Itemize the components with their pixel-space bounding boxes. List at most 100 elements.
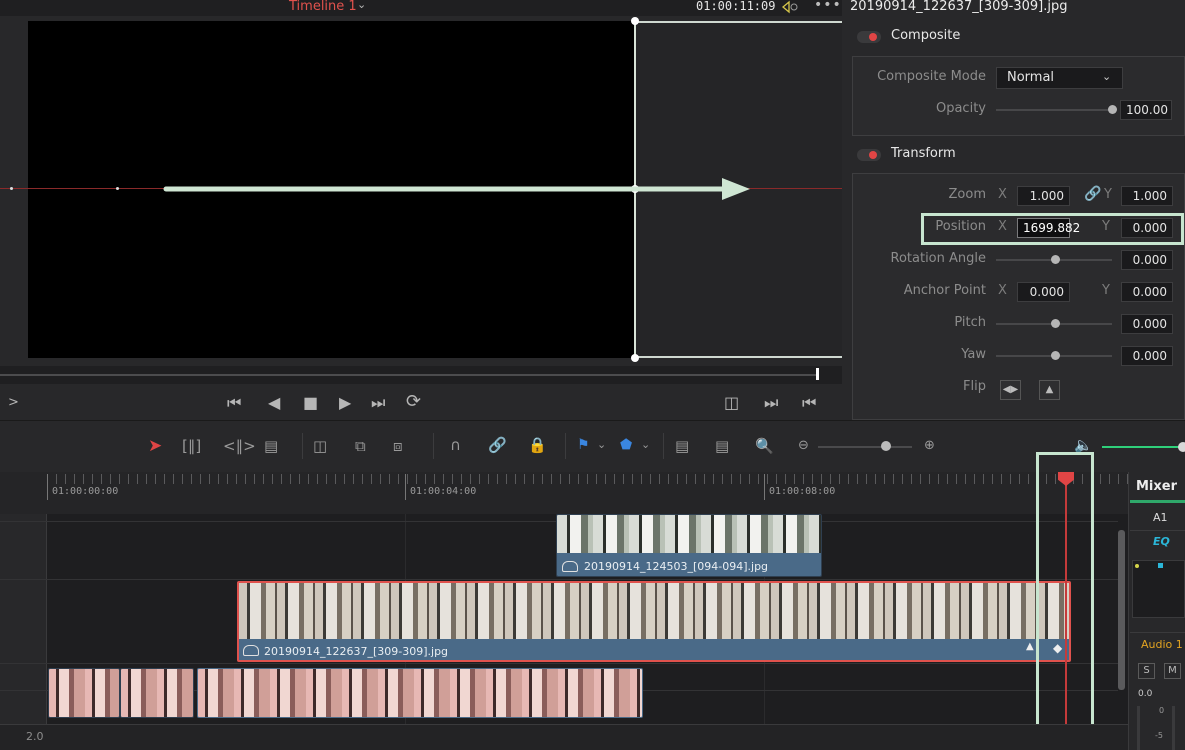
track-separator	[0, 663, 1118, 664]
anchor-y-field[interactable]: 0.000	[1121, 282, 1173, 302]
rotation-value-field[interactable]: 0.000	[1121, 250, 1173, 270]
composite-section-title[interactable]: Composite	[891, 28, 960, 43]
composite-toggle[interactable]	[857, 31, 881, 43]
anchor-point-label: Anchor Point	[903, 283, 986, 298]
match-frame-icon[interactable]: ◫	[724, 393, 739, 412]
timeline-clip[interactable]	[120, 668, 194, 718]
pitch-slider-knob[interactable]	[1051, 319, 1060, 328]
solo-button[interactable]: S	[1138, 663, 1155, 679]
trim-edit-mode-icon[interactable]: [∥]	[182, 437, 201, 455]
more-options-icon[interactable]: •••	[814, 0, 842, 13]
zoom-in-icon[interactable]: ⊕	[924, 438, 935, 453]
opacity-slider[interactable]	[996, 109, 1112, 111]
yaw-value-field[interactable]: 0.000	[1121, 346, 1173, 366]
go-to-end-icon[interactable]: ⏭	[371, 393, 385, 413]
eq-point[interactable]	[1135, 564, 1139, 568]
track-height-value: 2.0	[26, 730, 44, 743]
scrub-playhead[interactable]	[816, 368, 819, 380]
motion-direction-arrow-icon	[163, 178, 750, 200]
chevron-down-icon[interactable]: ⌄	[1102, 70, 1111, 83]
next-frame-icon[interactable]: ⏭	[764, 393, 778, 413]
zoom-full-extent-icon[interactable]: ▤	[675, 437, 689, 455]
keyframe-curve-icon[interactable]: ▲	[1026, 641, 1034, 652]
motion-path-point[interactable]	[116, 187, 119, 190]
timeline-bottom-bar	[0, 724, 1128, 750]
loop-icon[interactable]: ⟳	[406, 391, 421, 412]
go-to-start-icon[interactable]: ⏮	[227, 393, 241, 413]
chevron-down-icon[interactable]: ⌄	[597, 438, 606, 451]
timeline-clip[interactable]: 20190914_124503_[094-094].jpg	[556, 514, 822, 577]
timeline-clip-selected[interactable]: 20190914_122637_[309-309].jpg ▲ ◆	[237, 581, 1071, 662]
expand-arrow-icon[interactable]: >	[8, 395, 19, 410]
monitor-volume-knob[interactable]	[1178, 442, 1185, 452]
timeline-clip[interactable]	[197, 668, 643, 718]
eq-button[interactable]: EQ	[1153, 535, 1170, 548]
toolbar-divider	[663, 433, 664, 459]
snapping-icon[interactable]: ∩	[450, 436, 461, 454]
flip-horizontal-icon[interactable]: ◀▶	[1000, 380, 1021, 400]
linked-selection-icon[interactable]: 🔗	[488, 436, 507, 454]
viewer-scrub-bar[interactable]	[0, 374, 818, 376]
zoom-x-axis-label: X	[998, 187, 1007, 202]
ruler-major-tick	[764, 474, 765, 500]
timeline-vertical-scrollbar[interactable]	[1118, 530, 1125, 690]
transform-toggle[interactable]	[857, 149, 881, 161]
zoom-label: Zoom	[948, 187, 986, 202]
previous-frame-icon[interactable]: ⏮	[802, 393, 816, 413]
blade-edit-mode-icon[interactable]: ▤	[264, 437, 278, 455]
monitor-volume-slider[interactable]	[1102, 446, 1185, 448]
insert-clip-icon[interactable]: ◫	[313, 437, 327, 455]
motion-path-point[interactable]	[10, 187, 13, 190]
toolbar-divider	[565, 433, 566, 459]
ruler-major-tick	[47, 474, 48, 500]
mixer-channel-label: A1	[1153, 511, 1168, 524]
chevron-down-icon[interactable]: ⌄	[357, 0, 366, 11]
flip-vertical-icon[interactable]: ▲	[1039, 380, 1060, 400]
pitch-value-field[interactable]: 0.000	[1121, 314, 1173, 334]
fader-track[interactable]	[1172, 706, 1175, 750]
timeline-zoom-knob[interactable]	[881, 441, 891, 451]
track-headers	[0, 514, 47, 724]
link-icon[interactable]: 🔗	[1084, 186, 1101, 202]
play-icon[interactable]: ▶	[339, 393, 351, 412]
flip-label: Flip	[963, 379, 986, 394]
clip-thumbnails	[239, 583, 1069, 639]
zoom-y-field[interactable]: 1.000	[1121, 186, 1173, 206]
meter-scale-label: -5	[1155, 731, 1163, 740]
transform-handle[interactable]	[631, 17, 639, 25]
opacity-label: Opacity	[935, 101, 986, 116]
rotation-angle-label: Rotation Angle	[890, 251, 987, 266]
zoom-detail-icon[interactable]: ▤	[715, 437, 729, 455]
eq-graph[interactable]	[1132, 560, 1185, 618]
eq-point[interactable]	[1158, 563, 1163, 568]
marker-icon[interactable]: ⬟	[620, 437, 632, 453]
overwrite-clip-icon[interactable]: ⧉	[355, 437, 366, 455]
timeline-clip[interactable]	[48, 668, 120, 718]
rotation-slider-knob[interactable]	[1051, 255, 1060, 264]
zoom-x-field[interactable]: 1.000	[1017, 186, 1070, 206]
zoom-out-icon[interactable]: ⊖	[798, 438, 809, 453]
anchor-x-field[interactable]: 0.000	[1017, 282, 1070, 302]
flag-icon[interactable]: ⚑	[577, 437, 590, 453]
replace-clip-icon[interactable]: ⧈	[393, 437, 403, 455]
opacity-value-field[interactable]: 100.00	[1120, 100, 1172, 120]
position-lock-icon[interactable]: 🔒	[528, 436, 547, 454]
clip-thumbnails	[557, 515, 821, 553]
zoom-custom-icon[interactable]: 🔍	[755, 437, 774, 455]
transform-handle[interactable]	[631, 354, 639, 362]
opacity-slider-knob[interactable]	[1108, 105, 1117, 114]
dynamic-trim-mode-icon[interactable]: <∥>	[223, 437, 256, 455]
yaw-slider-knob[interactable]	[1051, 351, 1060, 360]
selection-mode-icon[interactable]: ➤	[148, 436, 162, 456]
ruler-timecode: 01:00:08:00	[769, 486, 836, 497]
effects-overlay-icon[interactable]	[780, 0, 800, 14]
transform-section-title[interactable]: Transform	[891, 146, 956, 161]
stop-icon[interactable]: ■	[303, 393, 318, 412]
mute-button[interactable]: M	[1164, 663, 1181, 679]
position-highlight	[921, 213, 1184, 245]
play-reverse-icon[interactable]: ◀	[268, 393, 280, 412]
chevron-down-icon[interactable]: ⌄	[641, 438, 650, 451]
timeline-zoom-slider[interactable]	[818, 446, 912, 448]
timeline-name[interactable]: Timeline 1	[289, 0, 357, 14]
toolbar-divider	[433, 433, 434, 459]
